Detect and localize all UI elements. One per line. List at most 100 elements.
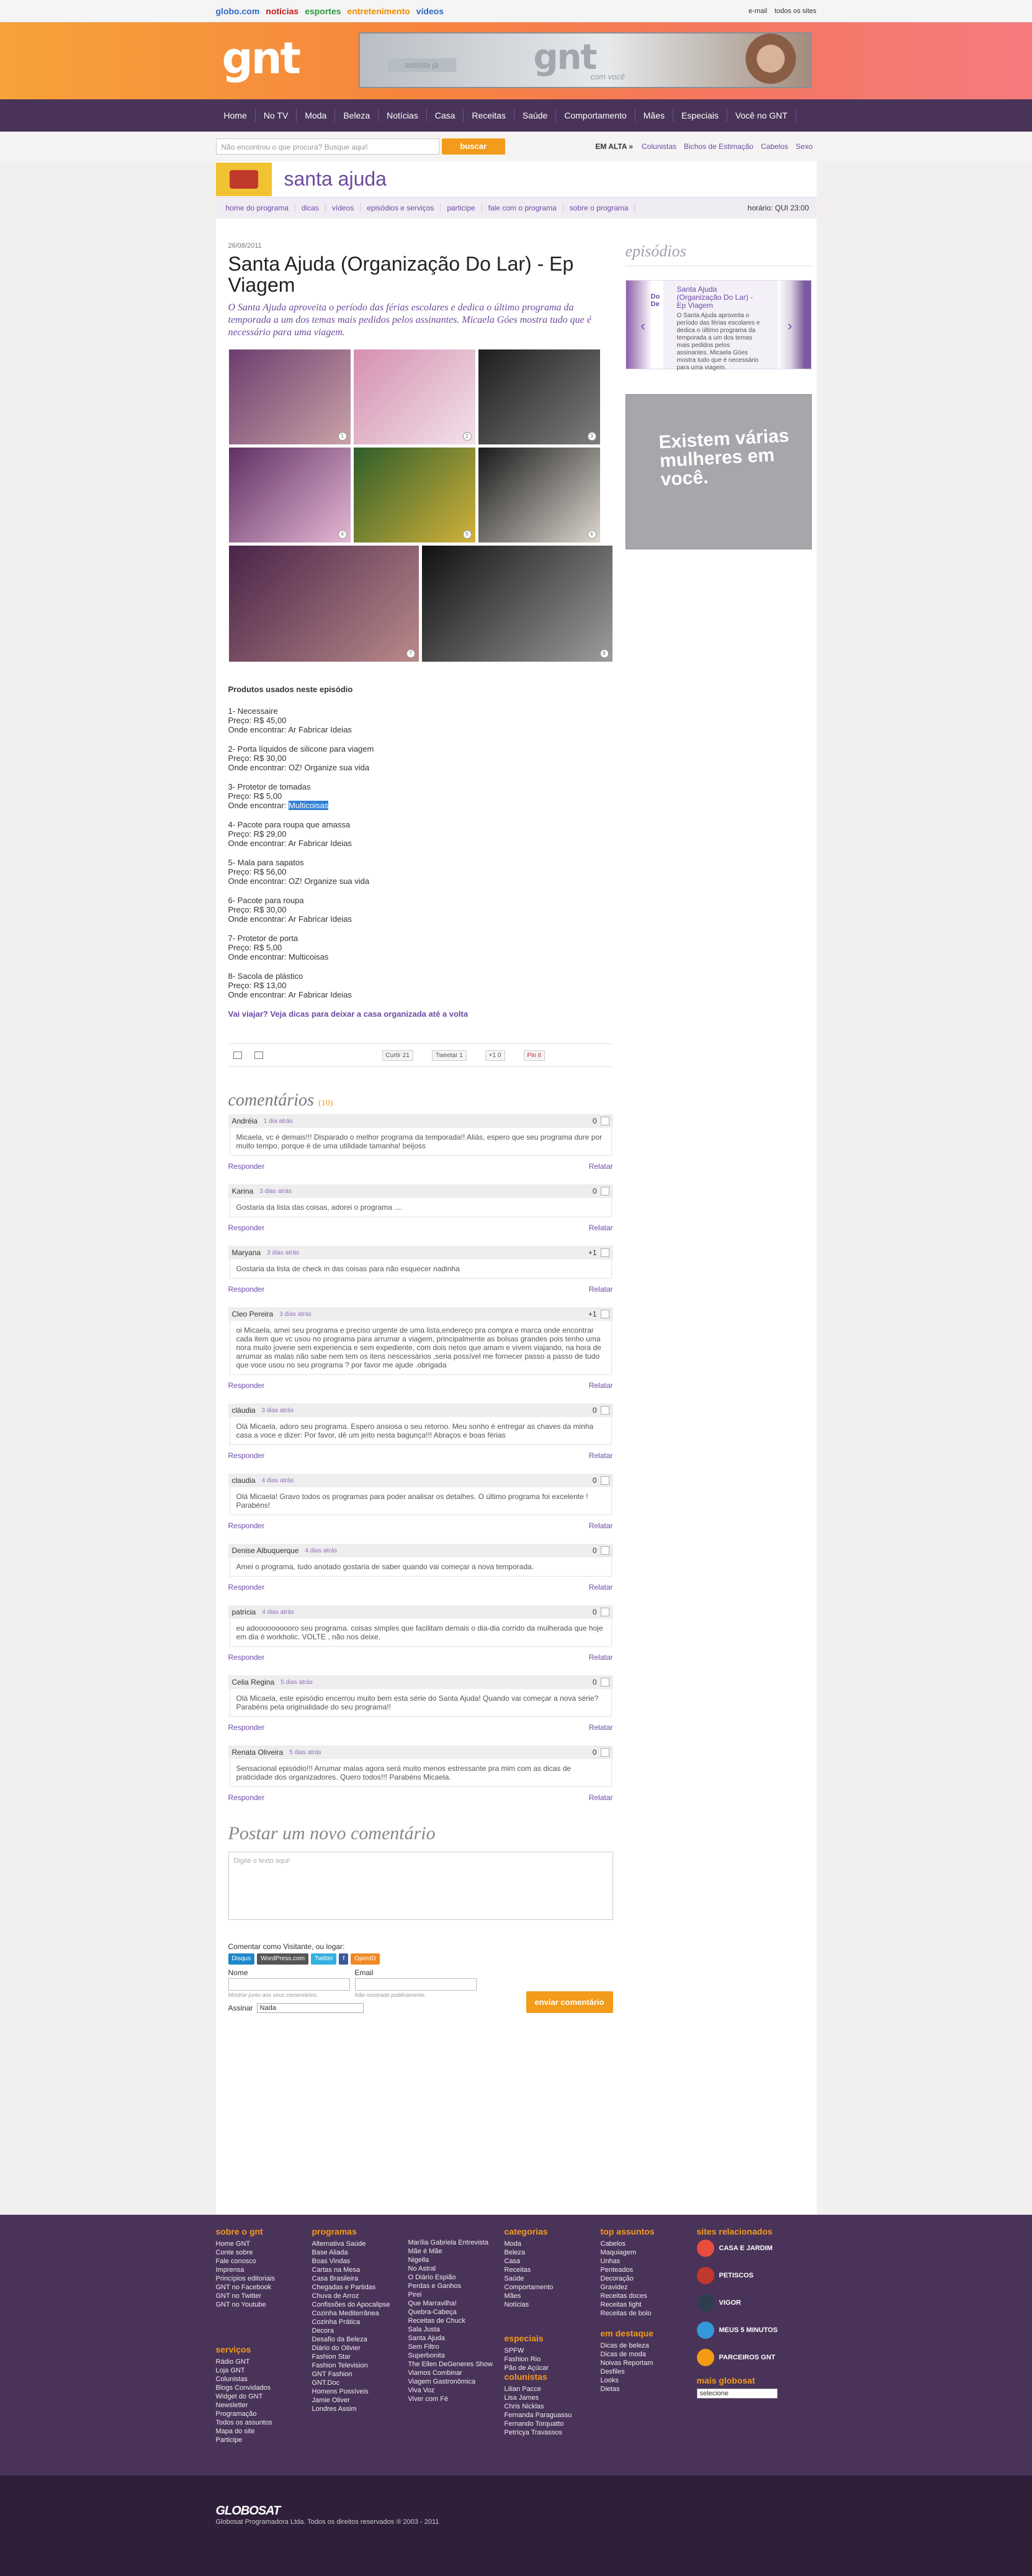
footer-link[interactable]: Santa Ajuda [408,2334,493,2343]
footer-link[interactable]: Mães [505,2292,554,2300]
nav-item[interactable]: Você no GNT [727,109,796,122]
footer-link[interactable]: Looks [601,2376,654,2385]
footer-link[interactable]: Lisa James [505,2394,572,2402]
program-title[interactable]: santa ajuda [284,168,387,191]
gnt-logo[interactable]: gnt [222,34,301,83]
nav-item[interactable]: Home [216,109,256,122]
footer-link[interactable]: Receitas doces [601,2292,655,2300]
footer-link[interactable]: Noivas Reportam [601,2359,654,2367]
subnav-link[interactable]: home do programa [220,204,295,212]
footer-link[interactable]: Mapa do site [216,2427,272,2436]
footer-link[interactable]: Chris Nicklas [505,2402,572,2411]
vote-icon[interactable] [600,1248,609,1257]
pin-button[interactable]: Pin it [523,1050,545,1061]
related-site[interactable]: MEUS 5 MINUTOS [696,2322,815,2339]
footer-link[interactable]: O Diário Espião [408,2273,493,2282]
plus-one-button[interactable]: +1 0 [485,1050,505,1061]
footer-link[interactable]: Homens Possíveis [312,2387,390,2396]
header-banner[interactable]: assista já gnt com você [358,32,812,88]
all-sites-link[interactable]: todos os sites [774,7,816,15]
vote-icon[interactable] [600,1476,609,1485]
footer-link[interactable]: Receitas de Chuck [408,2317,493,2325]
footer-link[interactable]: Colunistas [216,2375,272,2384]
footer-link[interactable]: Cartas na Mesa [312,2266,390,2274]
sidebar-ad[interactable]: Existem várias mulheres em você. [625,394,812,549]
globo-link-2[interactable]: esportes [305,6,341,16]
vote-icon[interactable] [600,1187,609,1196]
report-link[interactable]: Relatar [589,1653,613,1662]
zoom-icon[interactable]: 5 [462,530,472,539]
footer-link[interactable]: Decora [312,2326,390,2335]
gallery-photo[interactable]: 4 [228,447,351,543]
gallery-photo[interactable]: 8 [421,545,613,662]
subnav-link[interactable]: participe [441,204,482,212]
footer-link[interactable]: SPFW [505,2346,549,2355]
tweet-button[interactable]: Tweetar 1 [431,1050,467,1061]
comment-user[interactable]: Renata Oliveira [232,1748,284,1757]
footer-link[interactable]: Participe [216,2436,272,2444]
footer-link[interactable]: Cozinha Prática [312,2318,390,2326]
vote-icon[interactable] [600,1406,609,1415]
zoom-icon[interactable]: 3 [587,432,596,441]
footer-link[interactable]: Superbonita [408,2351,493,2360]
nav-item[interactable]: Saúde [514,109,557,122]
nav-item[interactable]: Beleza [335,109,379,122]
login-2-button[interactable]: Twitter [311,1953,337,1965]
footer-link[interactable]: Viver com Fé [408,2395,493,2403]
footer-link[interactable]: Fashion Television [312,2361,390,2370]
globosat-logo[interactable]: GLOBOSAT [216,2504,817,2518]
footer-link[interactable]: Conte sobre [216,2248,275,2257]
footer-link[interactable]: Saúde [505,2274,554,2283]
footer-link[interactable]: Viagem Gastronômica [408,2377,493,2386]
footer-link[interactable]: Fale conosco [216,2257,275,2266]
footer-link[interactable]: Receitas light [601,2300,655,2309]
name-field[interactable] [228,1978,350,1991]
zoom-icon[interactable]: 6 [587,530,596,539]
globo-link-3[interactable]: entretenimento [348,6,410,16]
footer-link[interactable]: Petrícya Travassos [505,2428,572,2437]
subnav-link[interactable]: vídeos [326,204,361,212]
nav-item[interactable]: Mães [635,109,673,122]
footer-link[interactable]: GNT no Youtube [216,2300,275,2309]
nav-item[interactable]: Especiais [673,109,727,122]
footer-link[interactable]: Base Aliada [312,2248,390,2257]
footer-link[interactable]: Princípios editoriais [216,2274,275,2283]
search-input[interactable]: Não encontrou o que procura? Busque aqui… [215,138,439,155]
footer-link[interactable]: Casa Brasileira [312,2274,390,2283]
report-link[interactable]: Relatar [589,1381,613,1390]
email-field[interactable] [354,1978,477,1991]
gallery-photo[interactable]: 3 [477,349,601,445]
em-alta-link[interactable]: Cabelos [761,142,788,151]
episode-next-thumb[interactable] [777,281,811,369]
reply-link[interactable]: Responder [228,1381,265,1390]
footer-link[interactable]: Casa [505,2257,554,2266]
globo-link-0[interactable]: globo.com [216,6,260,16]
gallery-photo[interactable]: 6 [477,447,601,543]
reply-link[interactable]: Responder [228,1521,265,1530]
comment-user[interactable]: patricia [232,1608,256,1616]
footer-link[interactable]: Fernando Torquatto [505,2420,572,2428]
footer-link[interactable]: Loja GNT [216,2366,272,2375]
footer-link[interactable]: Receitas de bolo [601,2309,655,2318]
reply-link[interactable]: Responder [228,1793,265,1802]
login-0-button[interactable]: Disqus [228,1953,255,1965]
footer-link[interactable]: Londres Assim [312,2405,390,2413]
reply-link[interactable]: Responder [228,1223,265,1232]
reply-link[interactable]: Responder [228,1285,265,1294]
em-alta-link[interactable]: Colunistas [642,142,676,151]
vote-icon[interactable] [600,1608,609,1616]
em-alta-link[interactable]: Sexo [796,142,812,151]
footer-link[interactable]: Mãe é Mãe [408,2247,493,2256]
footer-link[interactable]: Blogs Convidados [216,2384,272,2392]
report-link[interactable]: Relatar [589,1162,613,1171]
related-site[interactable]: PARCEIROS GNT [696,2349,815,2366]
footer-link[interactable]: Unhas [601,2257,655,2266]
report-link[interactable]: Relatar [589,1583,613,1592]
zoom-icon[interactable]: 2 [462,432,472,441]
footer-link[interactable]: Diário do Olivier [312,2344,390,2353]
subnav-link[interactable]: episódios e serviços [361,204,441,212]
report-link[interactable]: Relatar [589,1521,613,1530]
subnav-link[interactable]: dicas [295,204,326,212]
footer-link[interactable]: Viamos Combinar [408,2369,493,2377]
vote-icon[interactable] [600,1678,609,1687]
